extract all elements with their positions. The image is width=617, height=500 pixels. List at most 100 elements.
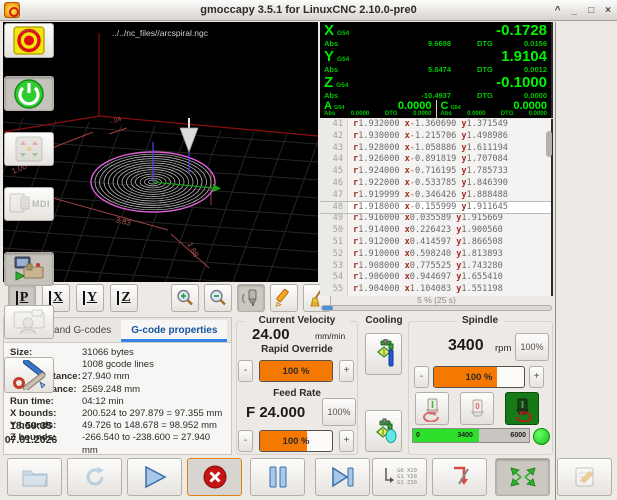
spindle-cw-button[interactable] xyxy=(505,392,539,425)
property-row: Run time: 04:12 min xyxy=(10,396,225,408)
gcode-line[interactable]: 43 r1.928000x-1.058886y1.611194 xyxy=(320,143,551,155)
feed-plus-button[interactable]: + xyxy=(339,430,354,452)
stop-program-button[interactable] xyxy=(187,458,242,496)
estop-button[interactable] xyxy=(4,23,54,58)
feed-override-track[interactable]: 100 % xyxy=(259,430,333,452)
gcode-line[interactable]: 50 r1.914000x0.226423y1.900560 xyxy=(320,225,551,237)
gcode-line[interactable]: 45 r1.924000x-0.716195y1.785733 xyxy=(320,166,551,178)
maximize-button[interactable]: □ xyxy=(588,5,594,16)
auto-mode-button[interactable] xyxy=(4,252,54,286)
spindle-stop-button[interactable]: 0 xyxy=(460,392,494,425)
tab-gcode-properties[interactable]: G-code properties xyxy=(121,320,227,342)
rapid-minus-button[interactable]: - xyxy=(238,360,253,382)
zoom-out-button[interactable] xyxy=(204,284,232,312)
gcode-line[interactable]: 44 r1.926000x-0.891819y1.707084 xyxy=(320,154,551,166)
gcode-line-number: 43 xyxy=(320,143,348,155)
gcode-line[interactable]: 46 r1.922000x-0.533785y1.846390 xyxy=(320,178,551,190)
zoom-in-button[interactable] xyxy=(171,284,199,312)
fullscreen-preview-button[interactable] xyxy=(495,458,550,496)
property-row: X bounds: 200.524 to 297.879 = 97.355 mm xyxy=(10,408,225,420)
gcode-line-text: r1.928000x-1.058886y1.611194 xyxy=(348,143,508,155)
mist-coolant-button[interactable] xyxy=(365,410,402,452)
dtg-value: 0.0000 xyxy=(501,91,547,100)
mdi-mode-button[interactable]: MDI xyxy=(4,187,54,221)
gcode-line[interactable]: 53 r1.908000x0.775525y1.743280 xyxy=(320,261,551,273)
rapid-override-track[interactable]: 100 % xyxy=(259,360,333,382)
gcode-line-number: 41 xyxy=(320,119,348,131)
sidebar xyxy=(555,22,617,500)
run-from-line-sample: G0 X10 G1 Y20 G1 Z30 xyxy=(397,468,417,486)
feed-minus-button[interactable]: - xyxy=(238,430,253,452)
program-progress-bar xyxy=(321,305,552,311)
spindle-minus-button[interactable]: - xyxy=(414,366,429,388)
dtg-value: 0.0012 xyxy=(501,65,547,74)
shade-button[interactable]: ^ xyxy=(555,5,561,16)
gcode-line[interactable]: 52 r1.910000x0.598240y1.813893 xyxy=(320,249,551,261)
pause-program-button[interactable] xyxy=(250,458,305,496)
dro-axis-block[interactable]: A G54 0.0000 Abs 0.0000 DTG 0.0000 xyxy=(320,100,436,118)
dro-axis-block[interactable]: Y G54 1.9104 Abs 5.8474 DTG 0.0012 xyxy=(320,48,551,74)
gcode-line-number: 45 xyxy=(320,166,348,178)
tool-dimensions-button[interactable] xyxy=(237,284,265,312)
dro-axis-block[interactable]: C G54 0.0000 Abs 0.0000 DTG 0.0000 xyxy=(436,100,552,118)
user-tabs-button[interactable] xyxy=(4,305,54,339)
spindle-override-track[interactable]: 100 % xyxy=(433,366,525,388)
run-program-button[interactable] xyxy=(127,458,182,496)
view-axis-label: P xyxy=(16,291,29,305)
spindle-plus-button[interactable]: + xyxy=(529,366,544,388)
coord-system-label: G54 xyxy=(337,56,349,63)
feed-reset-100-button[interactable]: 100% xyxy=(322,398,356,426)
power-icon xyxy=(13,78,45,110)
gcode-line-text: r1.918000x-0.155999y1.911645 xyxy=(348,202,508,214)
reload-icon xyxy=(82,464,108,490)
run-from-line-icon xyxy=(382,466,394,488)
skip-optional-blocks-button[interactable] xyxy=(432,458,487,496)
axis-letter: Z xyxy=(324,74,333,91)
open-file-button[interactable] xyxy=(7,458,62,496)
dro-axis-block[interactable]: X G54 -0.1728 Abs 9.6698 DTG 0.0156 xyxy=(320,22,551,48)
gcode-line[interactable]: 54 r1.906000x0.944697y1.655410 xyxy=(320,272,551,284)
settings-button[interactable] xyxy=(4,357,54,393)
view-axis-button[interactable]: Z xyxy=(110,284,138,312)
rapid-override-slider: - 100 % + xyxy=(238,360,356,382)
dtg-value: 0.0000 xyxy=(413,111,431,117)
mist-icon xyxy=(371,416,397,446)
tool-cone-icon xyxy=(180,118,198,174)
gcode-line[interactable]: 42 r1.930000x-1.215706y1.498986 xyxy=(320,131,551,143)
reload-file-button[interactable] xyxy=(67,458,122,496)
view-axis-label: Y xyxy=(83,291,97,305)
gcode-line[interactable]: 47 r1.919999x-0.346426y1.888488 xyxy=(320,190,551,202)
spindle-ccw-button[interactable] xyxy=(415,392,449,425)
axis-position-value: -0.1728 xyxy=(496,22,547,39)
coord-system-label: G54 xyxy=(334,105,344,111)
gcode-line-number: 47 xyxy=(320,190,348,202)
pencil-edit-button[interactable] xyxy=(270,284,298,312)
rapid-plus-button[interactable]: + xyxy=(339,360,354,382)
machine-on-button[interactable] xyxy=(4,76,54,111)
property-value: 1008 gcode lines xyxy=(82,359,154,371)
view-axis-button[interactable]: Y xyxy=(76,284,104,312)
abs-value: 0.0000 xyxy=(351,111,369,117)
abs-label: Abs xyxy=(324,91,338,100)
gcode-line[interactable]: 41 r1.932000x-1.360690y1.371549 xyxy=(320,119,551,131)
run-from-line-button[interactable]: G0 X10 G1 Y20 G1 Z30 xyxy=(372,458,427,496)
gcode-line-text: r1.930000x-1.215706y1.498986 xyxy=(348,131,508,143)
dtg-value: 0.0156 xyxy=(501,39,547,48)
step-program-button[interactable] xyxy=(315,458,370,496)
spindle-reset-100-button[interactable]: 100% xyxy=(515,333,549,361)
spindle-at-speed-led xyxy=(533,428,550,445)
dro-axis-block[interactable]: Z G54 -0.1000 Abs -10.4937 DTG 0.0000 xyxy=(320,74,551,100)
minimize-button[interactable]: _ xyxy=(572,5,578,16)
gcode-line[interactable]: 48 r1.918000x-0.155999y1.911645 xyxy=(320,202,551,214)
dtg-label: DTG xyxy=(477,65,501,74)
gcode-line[interactable]: 49 r1.916000x0.035589y1.915669 xyxy=(320,213,551,225)
feed-override-slider: - 100 % + xyxy=(238,430,356,452)
pause-icon xyxy=(266,464,290,490)
property-value: 49.726 to 148.678 = 98.952 mm xyxy=(82,420,217,432)
flood-coolant-button[interactable] xyxy=(365,333,402,375)
gcode-scrollbar-thumb[interactable] xyxy=(546,131,552,157)
gcode-line[interactable]: 51 r1.912000x0.414597y1.866508 xyxy=(320,237,551,249)
gcode-view[interactable]: 41 r1.932000x-1.360690y1.371549 42 r1.93… xyxy=(320,119,553,296)
close-button[interactable]: × xyxy=(605,5,611,16)
manual-mode-button[interactable] xyxy=(4,132,54,166)
